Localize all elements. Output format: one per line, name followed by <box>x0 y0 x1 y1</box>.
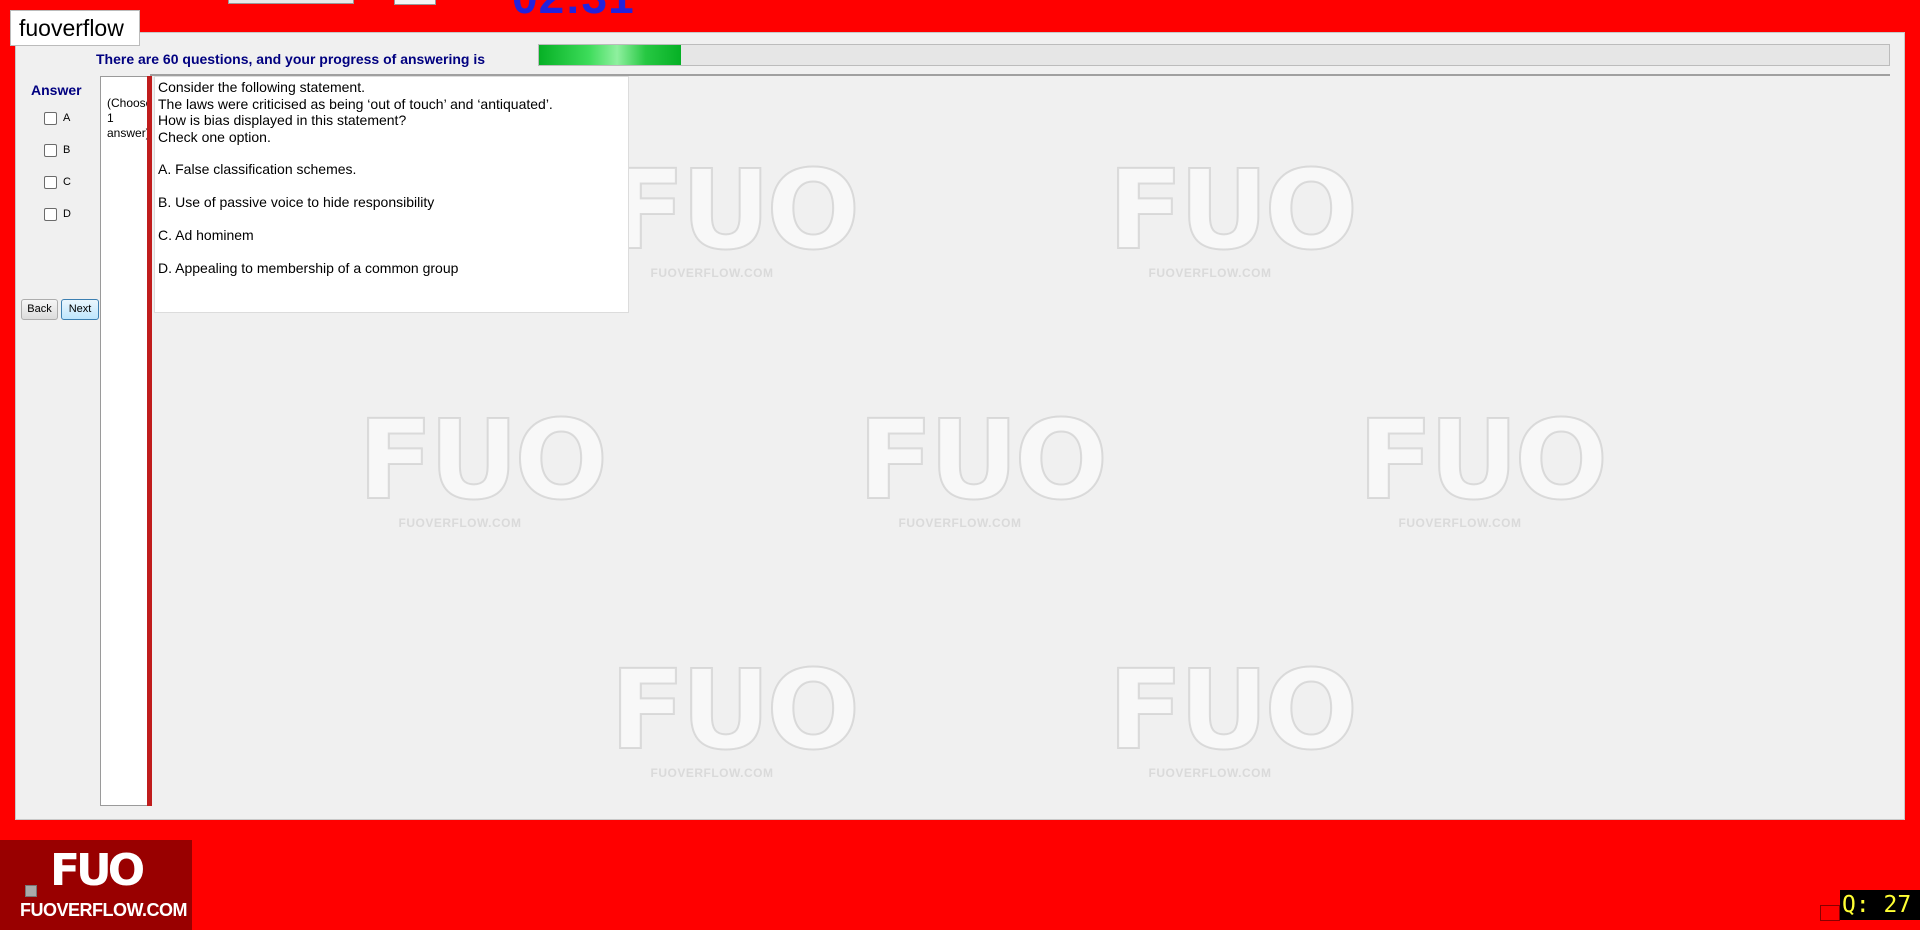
checkbox[interactable] <box>44 143 57 157</box>
top-input-field[interactable] <box>228 0 354 4</box>
answer-title: Answer <box>31 82 82 98</box>
next-button[interactable]: Next <box>61 299 99 320</box>
checkbox[interactable] <box>25 885 37 897</box>
checkbox[interactable] <box>44 175 57 189</box>
answer-option-b[interactable]: B <box>44 142 70 158</box>
question-counter: Q: 27 <box>1840 890 1920 920</box>
instruction-text: (Choose 1 answer) <box>107 96 147 140</box>
progress-bar-fill <box>539 45 681 65</box>
checkbox[interactable] <box>44 111 57 125</box>
logo-site-name: FUOVERFLOW.COM <box>20 900 188 920</box>
instruction-panel <box>100 76 149 806</box>
panel-splitter[interactable] <box>147 76 152 806</box>
progress-bar <box>538 44 1890 66</box>
answer-option-d[interactable]: D <box>44 206 71 222</box>
app-label: fuoverflow <box>10 10 140 46</box>
countdown-timer: 02:31 <box>512 0 635 20</box>
checkbox[interactable] <box>44 207 57 221</box>
counter-frame <box>1820 905 1840 921</box>
question-option-c: C. Ad hominem <box>158 227 254 243</box>
question-option-b: B. Use of passive voice to hide responsi… <box>158 194 435 210</box>
answer-option-a[interactable]: A <box>44 110 70 126</box>
question-text: Consider the following statement. The la… <box>158 79 553 145</box>
progress-label: There are 60 questions, and your progres… <box>96 51 485 67</box>
answer-option-c[interactable]: C <box>44 174 71 190</box>
back-button[interactable]: Back <box>21 299 58 320</box>
question-option-a: A. False classification schemes. <box>158 161 357 177</box>
question-option-d: D. Appealing to membership of a common g… <box>158 260 459 276</box>
top-small-button[interactable] <box>394 0 436 5</box>
obscured-link[interactable] <box>38 883 178 894</box>
